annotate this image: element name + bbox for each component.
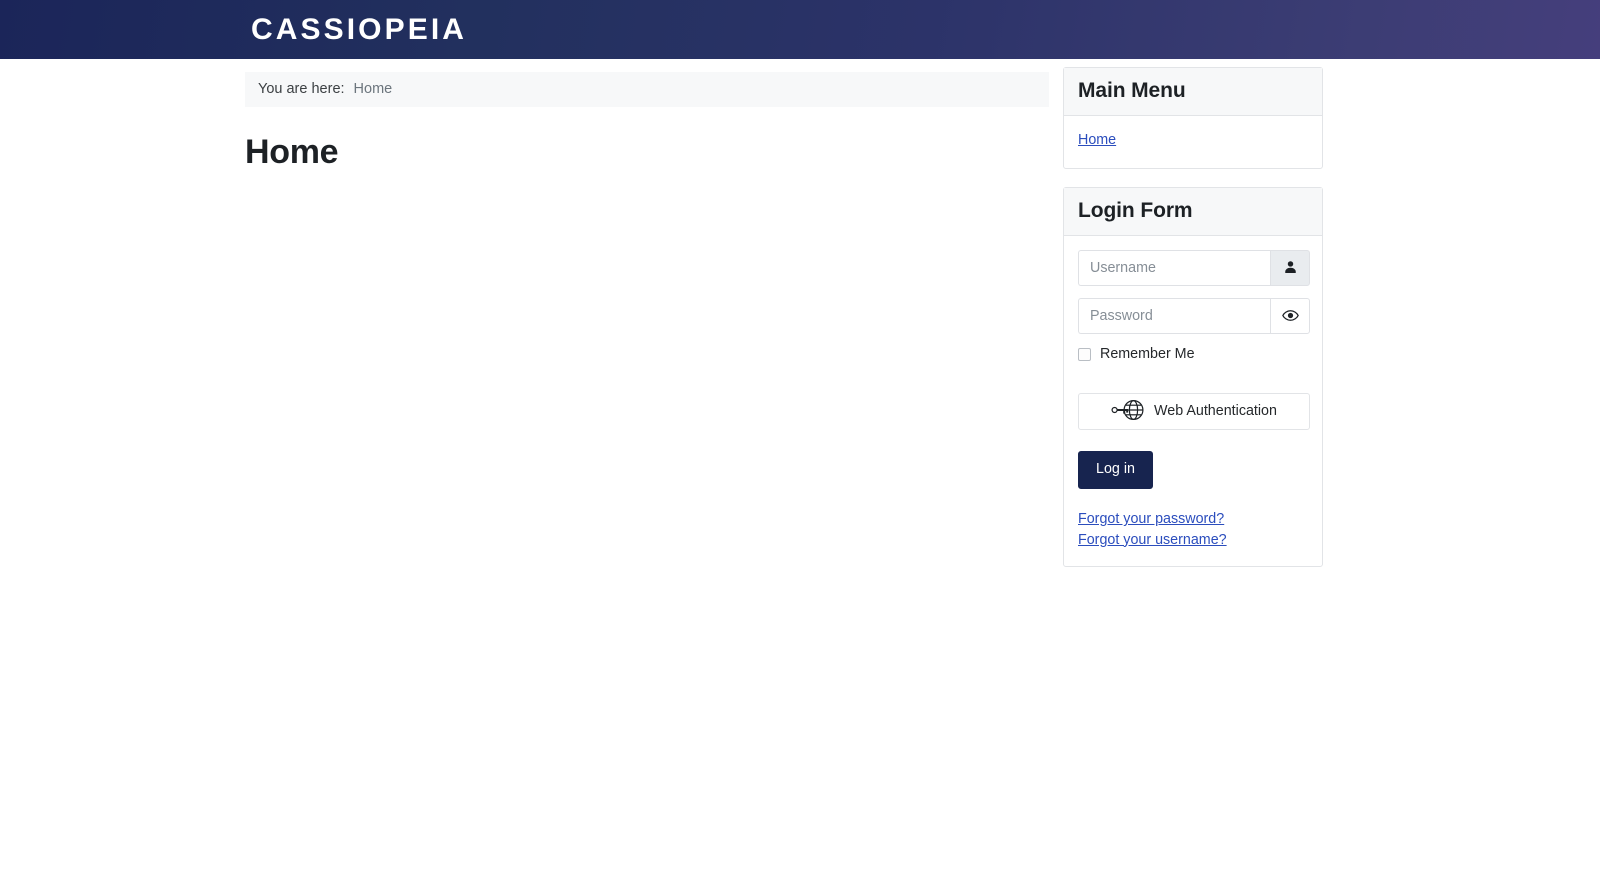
username-input[interactable] xyxy=(1078,249,1271,286)
menu-item: Home xyxy=(1078,130,1308,151)
sidebar-item-home[interactable]: Home xyxy=(1078,132,1116,148)
login-button[interactable]: Log in xyxy=(1078,451,1153,490)
eye-icon xyxy=(1281,307,1299,324)
main-menu-header: Main Menu xyxy=(1064,68,1322,117)
login-submit-row: Log in xyxy=(1078,430,1308,490)
forgot-password-link[interactable]: Forgot your password? xyxy=(1078,509,1308,529)
web-authentication-button[interactable]: Web Authentication xyxy=(1078,393,1310,431)
page-root: CASSIOPEIA You are here: Home Home Main … xyxy=(0,0,1600,873)
username-icon-button[interactable] xyxy=(1270,249,1310,286)
username-group xyxy=(1078,249,1310,286)
login-form-header: Login Form xyxy=(1064,187,1322,236)
breadcrumb-label: You are here: xyxy=(258,81,345,97)
login-form-body: Remember Me xyxy=(1064,236,1322,566)
forgot-username-link[interactable]: Forgot your username? xyxy=(1078,530,1308,550)
remember-me-label[interactable]: Remember Me xyxy=(1100,346,1195,363)
page-title: Home xyxy=(245,133,339,172)
web-authentication-label: Web Authentication xyxy=(1154,403,1277,420)
login-help-links: Forgot your password? Forgot your userna… xyxy=(1078,509,1308,550)
passkey-icon xyxy=(1111,399,1145,424)
module-main-menu: Main Menu Home xyxy=(1063,67,1323,169)
login-form-title: Login Form xyxy=(1078,198,1193,222)
site-logo[interactable]: CASSIOPEIA xyxy=(251,14,467,45)
main-menu-title: Main Menu xyxy=(1078,79,1186,102)
password-group xyxy=(1078,297,1310,334)
module-login-form: Login Form Username Remember Me Web Auth… xyxy=(1063,186,1323,567)
remember-me-checkbox[interactable] xyxy=(1078,348,1091,362)
main-menu-body: Home xyxy=(1064,116,1322,167)
user-icon xyxy=(1283,260,1298,275)
main-menu-list: Home xyxy=(1078,130,1308,151)
toggle-password-visibility-button[interactable] xyxy=(1270,297,1310,334)
remember-me-row: Remember Me xyxy=(1078,346,1308,363)
sidebar: Main Menu Home Login Form Username Remem… xyxy=(1063,67,1323,585)
main-content: You are here: Home Home xyxy=(245,72,1049,172)
site-header: CASSIOPEIA xyxy=(0,0,1600,59)
breadcrumb: You are here: Home xyxy=(245,72,1049,108)
breadcrumb-item-home: Home xyxy=(353,81,393,97)
password-input[interactable] xyxy=(1078,297,1271,334)
